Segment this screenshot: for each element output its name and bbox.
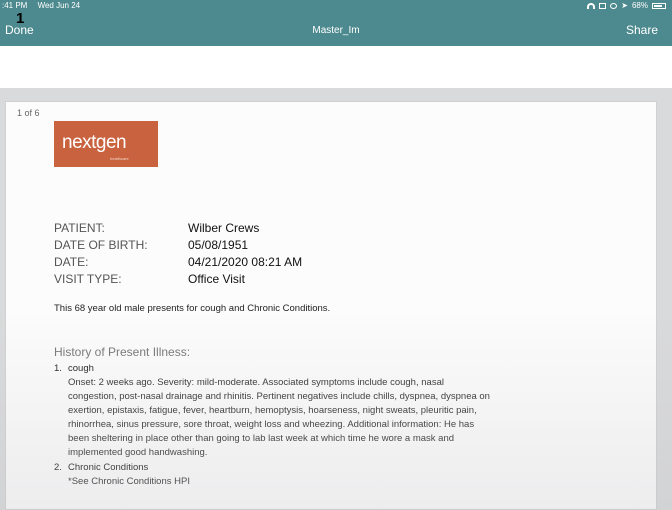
top-navigation-bar: :41 PM Wed Jun 24 ➤ 68% 1 Done Master_Im…: [0, 0, 672, 46]
status-time: :41 PM: [2, 1, 28, 10]
alarm-icon: [610, 2, 618, 9]
item-title: Chronic Conditions: [68, 462, 149, 473]
date-value: 04/21/2020 08:21 AM: [188, 255, 303, 269]
wifi-icon: [587, 2, 596, 9]
battery-percent: 68%: [631, 1, 648, 10]
item-number: 2.: [54, 462, 62, 473]
visit-type-value: Office Visit: [188, 272, 245, 286]
share-button[interactable]: Share: [626, 23, 658, 37]
toolbar-area: [0, 46, 672, 88]
cough-details: Onset: 2 weeks ago. Severity: mild-moder…: [68, 376, 578, 460]
logo-text: nextgen: [62, 132, 127, 153]
item-number: 1.: [54, 363, 62, 374]
dob-value: 05/08/1951: [188, 238, 249, 252]
text-line: been sheltering in place other than goin…: [68, 433, 455, 444]
status-date: Wed Jun 24: [37, 1, 81, 10]
text-line: *See Chronic Conditions HPI: [68, 476, 190, 487]
list-item: 2. Chronic Conditions: [54, 462, 148, 473]
location-arrow-icon: ➤: [621, 0, 628, 10]
text-line: rhinorrhea, sinus pressure, sore throat,…: [68, 419, 475, 430]
dob-row: DATE OF BIRTH: 05/08/1951: [54, 238, 248, 252]
battery-icon: [652, 2, 666, 9]
logo-tagline: healthcare: [110, 156, 129, 161]
patient-row: PATIENT: Wilber Crews: [54, 221, 259, 235]
list-item: 1. cough: [54, 363, 94, 374]
visit-summary: This 68 year old male presents for cough…: [54, 303, 331, 314]
document-page[interactable]: 1 of 6 nextgen healthcare PATIENT: Wilber…: [5, 101, 657, 510]
page-count-indicator: 1 of 6: [17, 108, 40, 118]
text-line: congestion, post-nasal drainage and rhin…: [68, 391, 490, 402]
text-line: exertion, epistaxis, fatigue, fever, hea…: [68, 405, 477, 416]
status-bar: :41 PM Wed Jun 24 ➤ 68%: [0, 0, 672, 12]
text-line: implemented good handwashing.: [68, 447, 208, 458]
date-label: DATE:: [54, 255, 89, 269]
visit-type-row: VISIT TYPE: Office Visit: [54, 272, 245, 286]
patient-value: Wilber Crews: [188, 221, 260, 235]
date-row: DATE: 04/21/2020 08:21 AM: [54, 255, 302, 269]
nextgen-logo: nextgen healthcare: [54, 121, 158, 167]
visit-type-label: VISIT TYPE:: [54, 272, 122, 286]
chronic-conditions-details: *See Chronic Conditions HPI: [68, 475, 578, 489]
dob-label: DATE OF BIRTH:: [54, 238, 148, 252]
text-line: Onset: 2 weeks ago. Severity: mild-moder…: [68, 377, 444, 388]
hpi-heading: History of Present Illness:: [54, 345, 191, 359]
item-title: cough: [68, 363, 94, 374]
document-title: Master_Im: [312, 25, 360, 36]
screen-mirror-icon: [599, 2, 607, 9]
patient-label: PATIENT:: [54, 221, 105, 235]
